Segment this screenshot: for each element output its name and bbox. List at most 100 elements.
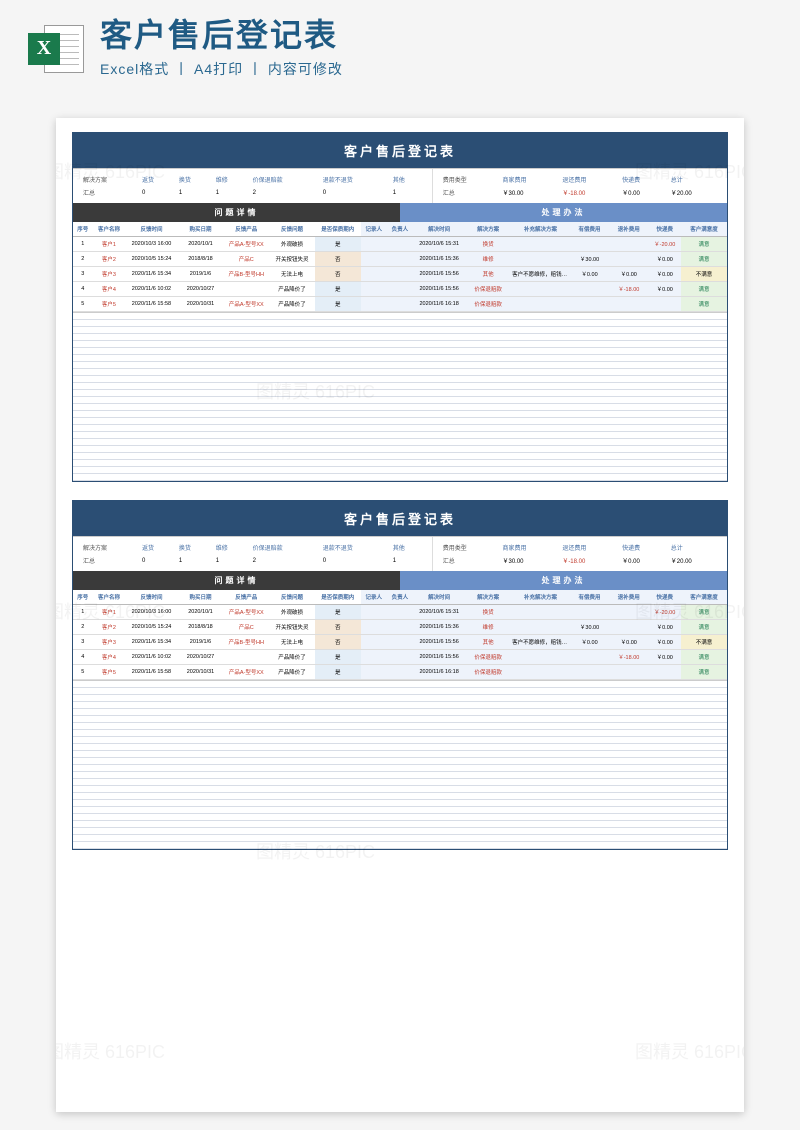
table-cell: 2020/10/1 xyxy=(178,605,224,620)
summary-header-cell: 退款不退货 xyxy=(319,173,389,186)
summary-value-cell: 1 xyxy=(212,554,249,567)
table-row: 1客户12020/10/3 16:002020/10/1产品A-型号XX外观破损… xyxy=(73,605,727,620)
column-header: 补充解决方案 xyxy=(511,222,570,237)
summary-header-cell: 换货 xyxy=(175,541,212,554)
table-cell: 是 xyxy=(315,282,361,297)
summary-value-cell: 2 xyxy=(249,554,319,567)
table-cell xyxy=(570,605,609,620)
table-cell: ￥0.00 xyxy=(609,267,648,282)
table-cell: 是 xyxy=(315,665,361,680)
table-cell: 产品A-型号XX xyxy=(223,665,269,680)
table-cell: 客户5 xyxy=(93,297,126,312)
table-row: 3客户32020/11/6 15:342019/1/6产品B-型号HH无法上电否… xyxy=(73,267,727,282)
table-cell: 客户4 xyxy=(93,650,126,665)
summary-value-cell: 0 xyxy=(319,554,389,567)
table-cell xyxy=(223,650,269,665)
table-cell: 客户1 xyxy=(93,605,126,620)
data-table: 序号客户名称反馈时间购买日期反馈产品反馈问题是否保质期内记录人负责人解决时间解决… xyxy=(73,590,727,680)
table-cell: 2020/10/3 16:00 xyxy=(125,237,177,252)
section-header-row: 问题详情处理办法 xyxy=(73,203,727,222)
watermark: 图精灵 616PIC xyxy=(635,1038,744,1064)
summary-header-cell: 快递费 xyxy=(618,541,667,554)
table-cell: ￥-20.00 xyxy=(648,237,681,252)
table-cell: 是 xyxy=(315,237,361,252)
summary-value-cell: 汇总 xyxy=(79,554,138,567)
summary-header-cell: 维修 xyxy=(212,173,249,186)
table-row: 5客户52020/11/6 15:582020/10/31产品A-型号XX产品降… xyxy=(73,297,727,312)
table-cell xyxy=(511,650,570,665)
table-cell xyxy=(361,252,387,267)
table-row: 2客户22020/10/5 15:242018/8/18产品C开关按钮失灵否20… xyxy=(73,620,727,635)
table-cell: 2020/11/6 15:58 xyxy=(125,297,177,312)
summary-value-cell: 2 xyxy=(249,186,319,199)
table-cell xyxy=(223,282,269,297)
table-cell: 2020/10/3 16:00 xyxy=(125,605,177,620)
summary-value-cell: ￥20.00 xyxy=(667,554,721,567)
table-cell: 开关按钮失灵 xyxy=(269,620,315,635)
table-cell xyxy=(361,635,387,650)
table-cell xyxy=(648,297,681,312)
table-cell: 4 xyxy=(73,282,93,297)
table-cell: 2020/10/5 15:24 xyxy=(125,252,177,267)
column-header: 记录人 xyxy=(361,222,387,237)
table-cell: 5 xyxy=(73,665,93,680)
summary-value-cell: 0 xyxy=(138,554,175,567)
table-cell: ￥0.00 xyxy=(648,620,681,635)
column-header: 退补费用 xyxy=(609,590,648,605)
summary-value-cell: ￥0.00 xyxy=(618,186,667,199)
summary-header-cell: 解决方案 xyxy=(79,541,138,554)
table-cell: 产品降价了 xyxy=(269,282,315,297)
table-cell: 是 xyxy=(315,297,361,312)
column-header: 购买日期 xyxy=(178,222,224,237)
summary-header-cell: 维修 xyxy=(212,541,249,554)
summary-header-cell: 价保退赔款 xyxy=(249,173,319,186)
table-cell: 其他 xyxy=(465,267,511,282)
blank-rows xyxy=(73,312,727,481)
table-cell: 产品C xyxy=(223,252,269,267)
column-header: 负责人 xyxy=(387,222,413,237)
table-cell: ￥-18.00 xyxy=(609,650,648,665)
column-header: 客户满意度 xyxy=(681,590,727,605)
table-row: 4客户42020/11/6 10:022020/10/27产品降价了是2020/… xyxy=(73,282,727,297)
column-header: 反馈产品 xyxy=(223,222,269,237)
column-header: 客户满意度 xyxy=(681,222,727,237)
summary-header-cell: 费用类型 xyxy=(439,541,499,554)
table-cell: 客户4 xyxy=(93,282,126,297)
column-header: 解决方案 xyxy=(465,590,511,605)
table-cell: 外观破损 xyxy=(269,237,315,252)
summary-header-cell: 返货 xyxy=(138,173,175,186)
summary-header-cell: 价保退赔款 xyxy=(249,541,319,554)
table-cell: 维修 xyxy=(465,620,511,635)
summary-value-cell: ￥-18.00 xyxy=(558,554,618,567)
table-cell: 2020/11/6 15:34 xyxy=(125,635,177,650)
table-cell: ￥0.00 xyxy=(648,650,681,665)
table-cell: 产品降价了 xyxy=(269,297,315,312)
table-cell: 换货 xyxy=(465,605,511,620)
table-cell: 满意 xyxy=(681,237,727,252)
summary-bar: 解决方案返货换货维修价保退赔款退款不退货其他汇总011201费用类型商家费用退还… xyxy=(73,536,727,571)
excel-badge-letter: X xyxy=(28,33,60,65)
sheet-title: 客户售后登记表 xyxy=(73,133,727,168)
table-cell xyxy=(387,650,413,665)
table-cell xyxy=(570,665,609,680)
column-header: 有偿费用 xyxy=(570,590,609,605)
table-row: 5客户52020/11/6 15:582020/10/31产品A-型号XX产品降… xyxy=(73,665,727,680)
column-header: 负责人 xyxy=(387,590,413,605)
table-cell: 客户不愿维修，赔钱500积分。 xyxy=(511,267,570,282)
table-cell: 客户3 xyxy=(93,267,126,282)
table-cell xyxy=(609,620,648,635)
table-cell: 价保退赔款 xyxy=(465,282,511,297)
summary-header-cell: 费用类型 xyxy=(439,173,499,186)
table-cell: 否 xyxy=(315,635,361,650)
table-cell: 产品A-型号XX xyxy=(223,605,269,620)
section-header-row: 问题详情处理办法 xyxy=(73,571,727,590)
section-left-title: 问题详情 xyxy=(73,203,400,222)
table-cell: 2020/10/31 xyxy=(178,297,224,312)
table-cell xyxy=(609,237,648,252)
table-cell xyxy=(511,620,570,635)
table-cell: 换货 xyxy=(465,237,511,252)
table-cell: 产品B-型号HH xyxy=(223,267,269,282)
summary-value-cell: 0 xyxy=(319,186,389,199)
summary-header-cell: 其他 xyxy=(389,541,426,554)
summary-header-cell: 退款不退货 xyxy=(319,541,389,554)
